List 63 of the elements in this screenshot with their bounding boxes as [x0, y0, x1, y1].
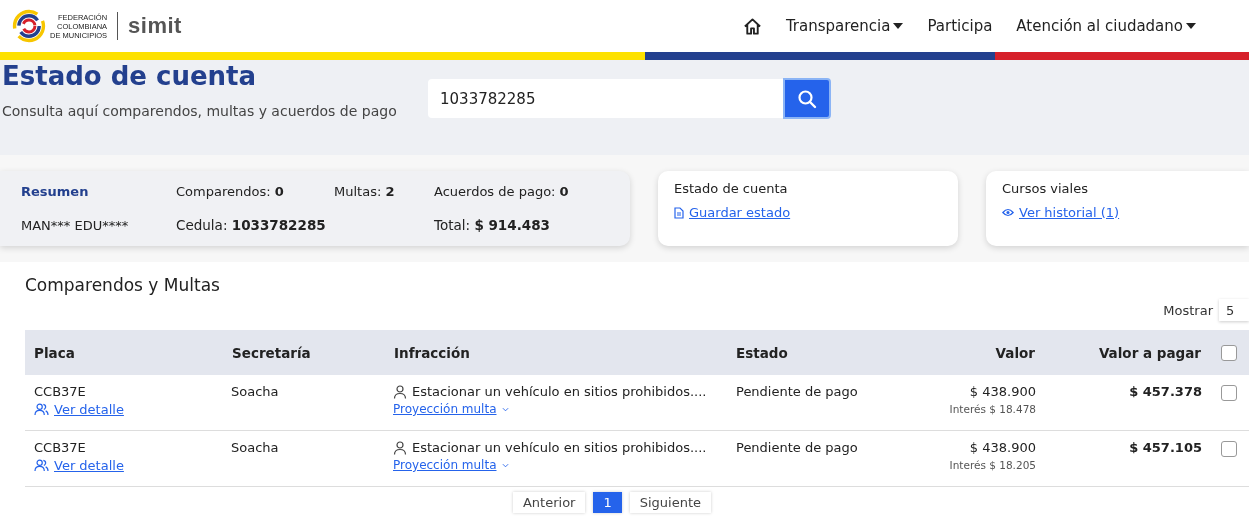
row-checkbox[interactable] — [1221, 440, 1237, 457]
people-icon — [34, 403, 49, 416]
search-field[interactable]: 1033782285 — [428, 79, 783, 118]
document-icon — [674, 206, 684, 219]
swirl-logo-icon — [12, 9, 46, 43]
chevron-down-icon — [501, 406, 509, 412]
office-text: Soacha — [231, 440, 280, 455]
amount-due-text: $ 457.378 — [1128, 384, 1202, 399]
column-header: Placa — [25, 330, 231, 375]
show-label: Mostrar — [1163, 302, 1213, 318]
nav-link[interactable]: Participa — [927, 17, 993, 35]
card-title: Estado de cuenta — [674, 181, 789, 196]
stat-text: Cedula: 1033782285 — [176, 217, 327, 234]
row-checkbox[interactable] — [1221, 384, 1237, 401]
holder-name: MAN*** EDU**** — [21, 217, 130, 233]
person-icon — [393, 440, 407, 455]
status-text: Pendiente de pago — [736, 440, 859, 455]
stat-text: Comparendos: 0 — [176, 184, 285, 200]
page-button[interactable]: Siguiente — [629, 492, 712, 513]
chevron-down-icon — [501, 462, 509, 468]
section-title: Comparendos y Multas — [25, 275, 221, 295]
card-link[interactable]: Guardar estado — [689, 205, 791, 220]
page-button[interactable]: 1 — [593, 492, 622, 513]
amount-text: $ 438.900 — [968, 440, 1036, 455]
column-header: Secretaría — [231, 330, 393, 375]
projection-link[interactable]: Proyección multa — [393, 458, 497, 472]
plate-text: CCB37E — [34, 440, 87, 455]
search-button[interactable] — [783, 78, 831, 119]
brand-name: simit — [128, 13, 182, 39]
page-title: Estado de cuenta — [2, 61, 258, 91]
summary-heading: Resumen — [21, 184, 90, 200]
stat-text: Acuerdos de pago: 0 — [434, 184, 570, 200]
nav-menu[interactable]: Atención al ciudadano — [1016, 17, 1196, 35]
detail-link[interactable]: Ver detalle — [54, 402, 124, 417]
nav-menu[interactable]: Transparencia — [785, 17, 904, 35]
status-text: Pendiente de pago — [736, 384, 859, 399]
select-all-checkbox[interactable] — [1221, 345, 1237, 361]
stat-text: Total: $ 914.483 — [434, 217, 551, 234]
projection-link[interactable]: Proyección multa — [393, 402, 497, 416]
detail-link[interactable]: Ver detalle — [54, 458, 124, 473]
people-icon — [34, 459, 49, 472]
infraction-text: Estacionar un vehículo en sitios prohibidos.... — [412, 440, 707, 455]
column-header: Estado — [736, 330, 927, 375]
person-icon — [393, 384, 407, 399]
home-icon[interactable] — [742, 16, 762, 36]
column-header: Valor a pagar — [1036, 330, 1202, 375]
interest-text: Interés $ 18.205 — [948, 459, 1036, 471]
office-text: Soacha — [231, 384, 280, 399]
page-button[interactable]: Anterior — [512, 492, 586, 513]
page-subtitle: Consulta aquí comparendos, multas y acuerdos de pago — [2, 103, 398, 119]
card-title: Cursos viales — [1002, 181, 1089, 196]
page-size-select[interactable]: 5 — [1219, 299, 1249, 321]
interest-text: Interés $ 18.478 — [948, 403, 1036, 415]
search-icon — [797, 88, 817, 109]
stat-text: Multas: 2 — [334, 184, 396, 200]
amount-text: $ 438.900 — [968, 384, 1036, 399]
column-header: Infracción — [393, 330, 736, 375]
amount-due-text: $ 457.105 — [1128, 440, 1202, 455]
card-link[interactable]: Ver historial (1) — [1019, 205, 1120, 220]
column-header: Valor — [927, 330, 1036, 375]
infraction-text: Estacionar un vehículo en sitios prohibidos.... — [412, 384, 707, 399]
eye-icon — [1002, 208, 1014, 217]
plate-text: CCB37E — [34, 384, 87, 399]
